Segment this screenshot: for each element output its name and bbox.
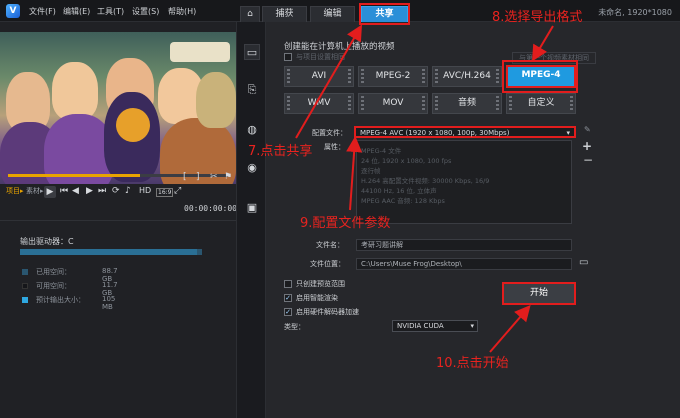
type-label: 类型： [284,323,305,331]
smart-render-label: 启用智能渲染 [296,294,338,302]
chevron-down-icon: ▾ [566,129,570,137]
filename-input[interactable]: 考研习题讲解 [356,239,572,251]
timecode[interactable]: 00:00:00:00 [184,204,237,213]
computer-icon[interactable]: ▭ [244,44,260,60]
properties-label: 属性： [324,143,345,151]
mark-in-icon[interactable]: [ [183,172,187,182]
left-panel: 项目▸ 素材▸ ▶ ⏮ ◀ ▶ ⏭ ⟳ ♪ HD 16:9 ⤢ [ ] ✂ ⚑ … [0,22,237,418]
web-icon[interactable]: ◍ [244,122,260,138]
format-avc-h264[interactable]: AVC/H.264 [432,66,502,87]
video-preview [0,32,236,184]
edit-profile-icon[interactable]: ✎ [584,125,591,134]
property-line: MPEG AAC 音频: 128 Kbps [361,197,445,205]
property-line: 44100 Hz, 16 位, 立体声 [361,187,437,195]
scrubber-progress [8,174,140,177]
legend-estimated: 预计输出大小： 105 MB [22,295,115,311]
menu-settings[interactable]: 设置(S) [132,6,159,17]
annotation-step9: 9.配置文件参数 [300,216,391,231]
tab-capture[interactable]: 捕获 [262,6,307,22]
split-icon[interactable]: ✂ [210,172,218,182]
property-line: MPEG-4 文件 [361,147,402,155]
filename-label: 文件名： [316,241,344,249]
disc-icon[interactable]: ◉ [244,160,260,176]
skip-start-icon[interactable]: ⏮ [60,186,68,196]
menu-file[interactable]: 文件(F) [29,6,56,17]
chevron-down-icon: ▾ [470,322,474,330]
mark-out-icon[interactable]: ] [196,172,200,182]
menu-edit[interactable]: 编辑(E) [63,6,90,17]
share-heading: 创建能在计算机上播放的视频 [284,42,395,52]
playback-scrubber[interactable] [8,174,228,177]
location-label: 文件位置： [310,260,345,268]
skip-end-icon[interactable]: ⏭ [98,186,106,196]
estimated-value: 105 MB [102,295,116,311]
property-line: 24 位, 1920 x 1080, 100 fps [361,157,452,165]
remove-profile-icon[interactable]: − [583,153,593,167]
annotation-step10: 10.点击开始 [436,356,509,371]
volume-icon[interactable]: ♪ [125,186,131,196]
output-drive-label: 输出驱动器：C [20,237,74,246]
format-mov[interactable]: MOV [358,93,428,114]
hw-decoder-label: 启用硬件解码器加速 [296,308,359,316]
same-as-project-label: 与项目设置相同 [296,53,345,61]
format-wmv[interactable]: WMV [284,93,354,114]
property-line: 逐行帧 [361,167,381,175]
annotation-step8: 8.选择导出格式 [492,10,583,25]
device-icon[interactable]: ⎘ [244,82,260,98]
repeat-icon[interactable]: ⟳ [112,186,120,196]
start-button[interactable]: 开始 [502,282,576,305]
mpeg4-highlight [502,60,578,93]
app-logo-icon: V [6,4,20,18]
legend-used: 已用空间： 88.7 GB [22,267,118,283]
clip-mode-label[interactable]: 素材▸ [26,186,44,196]
aspect-ratio-button[interactable]: 16:9 [156,188,174,197]
format-mpeg2[interactable]: MPEG-2 [358,66,428,87]
format-custom[interactable]: 自定义 [506,93,576,114]
hw-decoder-checkbox[interactable]: ✓ [284,308,292,316]
add-profile-icon[interactable]: + [582,139,592,153]
disk-used-fill [20,249,197,255]
project-mode-label[interactable]: 项目▸ [6,186,24,196]
home-icon[interactable]: ⌂ [240,6,260,22]
prev-frame-icon[interactable]: ◀ [72,186,79,196]
play-icon[interactable]: ▶ [44,186,56,198]
divider [0,220,236,221]
hd-toggle[interactable]: HD [139,186,151,195]
legend-free: 可用空间： 11.7 GB [22,281,118,297]
type-select[interactable]: NVIDIA CUDA ▾ [392,320,478,332]
preview-range-checkbox[interactable] [284,280,292,288]
menu-tools[interactable]: 工具(T) [97,6,124,17]
profile-select[interactable]: MPEG-4 AVC (1920 x 1080, 100p, 30Mbps) ▾ [354,126,576,138]
disk-usage-bar [20,249,202,255]
profile-label: 配置文件： [312,129,347,137]
tab-edit[interactable]: 编辑 [310,6,355,22]
share-category-toolbar: ▭ ⎘ ◍ ◉ ▣ [236,22,266,418]
annotation-step7: 7.点击共享 [248,144,313,159]
profile-value: MPEG-4 AVC (1920 x 1080, 100p, 30Mbps) [360,129,510,137]
property-line: H.264 高配置文件视频: 30000 Kbps, 16/9 [361,177,490,185]
same-as-project-checkbox[interactable] [284,53,292,61]
project-resolution: 未命名, 1920*1080 [598,8,672,17]
share-tab-highlight [359,3,410,25]
type-value: NVIDIA CUDA [397,322,444,330]
zoom-icon[interactable]: ⤢ [174,186,181,196]
next-frame-icon[interactable]: ▶ [86,186,93,196]
format-avi[interactable]: AVI [284,66,354,87]
free-swatch [22,283,28,289]
smart-render-checkbox[interactable]: ✓ [284,294,292,302]
flag-icon[interactable]: ⚑ [224,172,232,182]
preview-range-label: 只创建预览范围 [296,280,345,288]
used-swatch [22,269,28,275]
folder-icon[interactable]: ▭ [579,257,588,268]
format-audio[interactable]: 音频 [432,93,502,114]
3d-icon[interactable]: ▣ [244,200,260,216]
estimated-swatch [22,297,28,303]
location-input[interactable]: C:\Users\Muse Frog\Desktop\ [356,258,572,270]
menu-help[interactable]: 帮助(H) [168,6,196,17]
